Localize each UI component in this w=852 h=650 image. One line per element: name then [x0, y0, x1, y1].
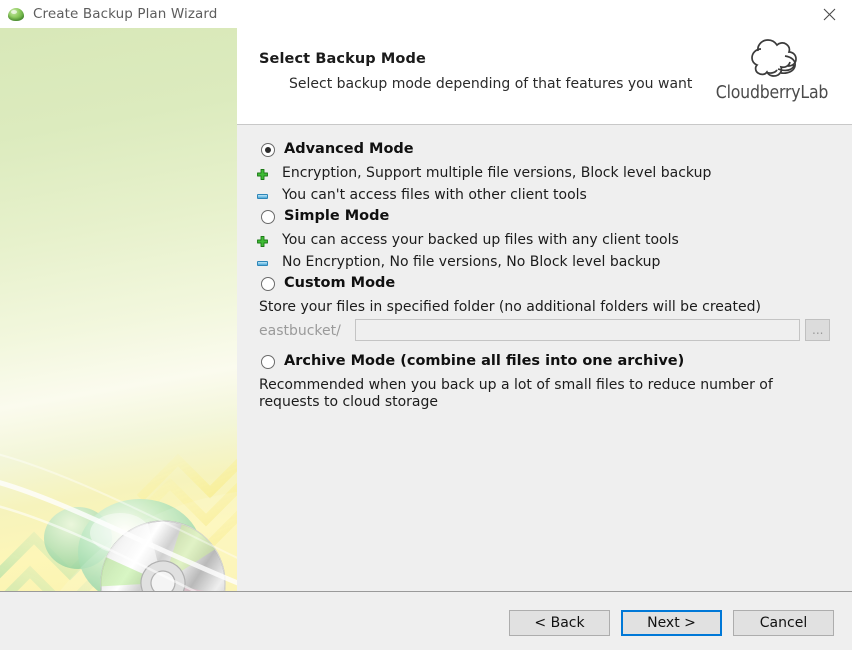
custom-mode-description: Store your files in specified folder (no… [259, 299, 761, 315]
option-label: Custom Mode [284, 275, 396, 291]
cloudberry-app-icon [7, 5, 25, 23]
close-icon[interactable] [806, 0, 852, 28]
feature-text: You can't access files with other client… [282, 187, 587, 203]
archive-mode-description: Recommended when you back up a lot of sm… [259, 377, 773, 410]
radio-custom-mode[interactable] [261, 277, 275, 291]
cancel-button[interactable]: Cancel [733, 610, 834, 636]
minus-icon [257, 191, 268, 199]
radio-archive-mode[interactable] [261, 355, 275, 369]
wizard-header: Select Backup Mode Select backup mode de… [237, 28, 852, 125]
plus-icon [257, 169, 268, 180]
plus-icon [257, 236, 268, 247]
feature-text: No Encryption, No file versions, No Bloc… [282, 254, 661, 270]
minus-icon [257, 258, 268, 266]
cloud-outline-icon [751, 39, 797, 77]
wizard-footer: < Back Next > Cancel [0, 591, 852, 650]
sidebar-artwork [0, 453, 237, 591]
radio-simple-mode[interactable] [261, 210, 275, 224]
next-button[interactable]: Next > [621, 610, 722, 636]
back-button[interactable]: < Back [509, 610, 610, 636]
window-title: Create Backup Plan Wizard [33, 6, 218, 22]
page-title: Select Backup Mode [259, 51, 426, 67]
option-label: Archive Mode (combine all files into one… [284, 353, 685, 369]
page-subtitle: Select backup mode depending of that fea… [289, 76, 693, 92]
browse-folder-button[interactable]: ... [805, 319, 830, 341]
option-label: Simple Mode [284, 208, 390, 224]
wizard-window: Create Backup Plan Wizard Select Backup … [0, 0, 852, 650]
title-bar: Create Backup Plan Wizard [0, 0, 852, 28]
custom-path-input[interactable] [355, 319, 800, 341]
option-label: Advanced Mode [284, 141, 414, 157]
wizard-sidebar-graphic [0, 28, 237, 591]
cloudberrylab-logo: CloudberryLab [702, 36, 842, 103]
backup-mode-options: Advanced Mode Encryption, Support multip… [237, 125, 852, 591]
logo-text: CloudberryLab [715, 83, 829, 103]
path-prefix-label: eastbucket/ [259, 323, 341, 339]
feature-text: Encryption, Support multiple file versio… [282, 165, 712, 181]
feature-text: You can access your backed up files with… [282, 232, 679, 248]
radio-advanced-mode[interactable] [261, 143, 275, 157]
